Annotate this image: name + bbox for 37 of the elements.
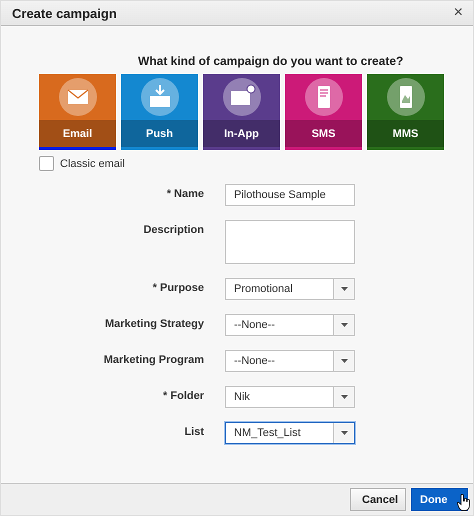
field-label: * Purpose [152,281,204,296]
question-text: What kind of campaign do you want to create? [138,54,404,68]
dropdown[interactable]: --None-- [225,314,355,336]
checkbox-label: Classic email [60,158,125,170]
cancel-button[interactable]: Cancel [350,488,406,511]
caret-icon [340,431,348,435]
caret-icon [340,287,348,291]
dropdown[interactable]: --None-- [225,350,355,372]
done-button[interactable]: Done [411,488,468,511]
email-circle-icon [58,77,98,117]
campaign-type-tile[interactable]: Push [121,74,198,150]
close-button[interactable]: × [454,4,463,22]
dropdown[interactable]: Nik [225,386,355,408]
campaign-type-tile[interactable]: SMS [285,74,362,150]
sms-circle-icon [304,77,344,117]
dialog-title: Create campaign [12,6,117,20]
field-label: Marketing Program [102,353,204,368]
text-field[interactable]: Pilothouse Sample [225,184,355,206]
field-label: * Name [166,187,204,202]
hand-cursor-icon [457,494,471,511]
caret-icon [340,323,348,327]
field-label: List [183,425,204,440]
checkbox[interactable] [39,156,54,171]
campaign-type-tile[interactable]: MMS [367,74,444,150]
dropdown[interactable]: NM_Test_List [225,422,355,444]
campaign-type-tile[interactable]: In-App [203,74,280,150]
text-area[interactable] [225,220,355,264]
field-label: * Folder [162,389,204,404]
mms-circle-icon [386,77,426,117]
dropdown[interactable]: Promotional [225,278,355,300]
push-circle-icon [140,77,180,117]
caret-icon [340,359,348,363]
field-label: Description [142,223,204,238]
caret-icon [340,395,348,399]
inapp-circle-icon [222,77,262,117]
campaign-type-tile[interactable]: Email [39,74,116,150]
field-label: Marketing Strategy [104,317,204,332]
